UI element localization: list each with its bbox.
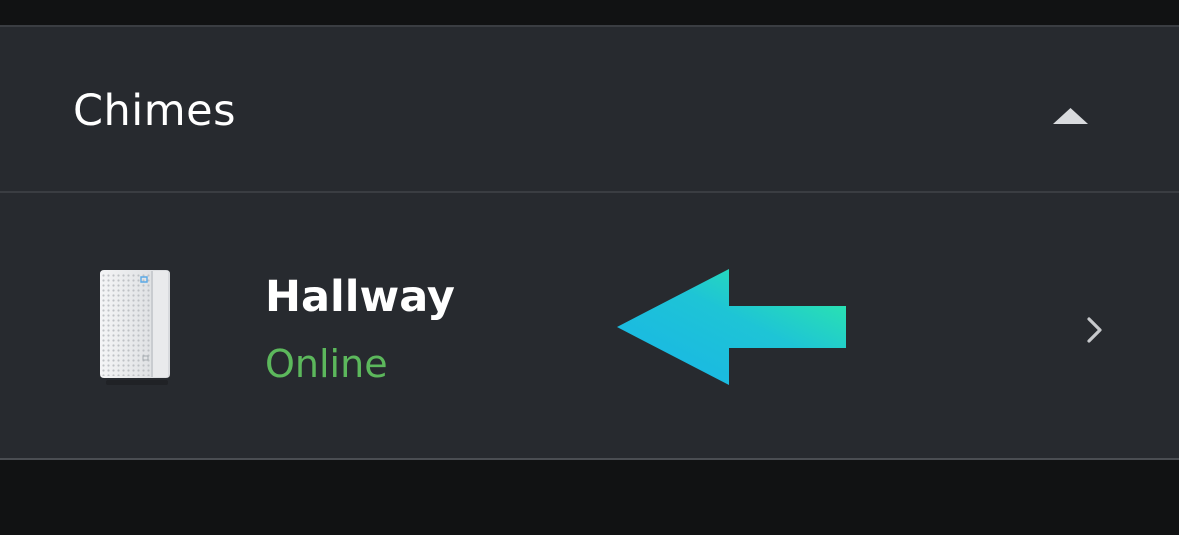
device-name: Hallway — [265, 272, 455, 322]
chevron-up-icon[interactable] — [1053, 105, 1088, 125]
chevron-right-icon[interactable] — [1085, 315, 1105, 345]
device-status: Online — [265, 342, 388, 386]
section-title: Chimes — [73, 86, 236, 136]
app-screen: Chimes Hallway Online — [0, 0, 1179, 535]
chimes-section-header[interactable]: Chimes — [0, 27, 1179, 193]
chime-device-icon — [100, 270, 170, 385]
arrow-left-icon — [617, 269, 846, 385]
chimes-panel: Chimes Hallway Online — [0, 25, 1179, 460]
device-row-hallway[interactable]: Hallway Online — [0, 193, 1179, 458]
